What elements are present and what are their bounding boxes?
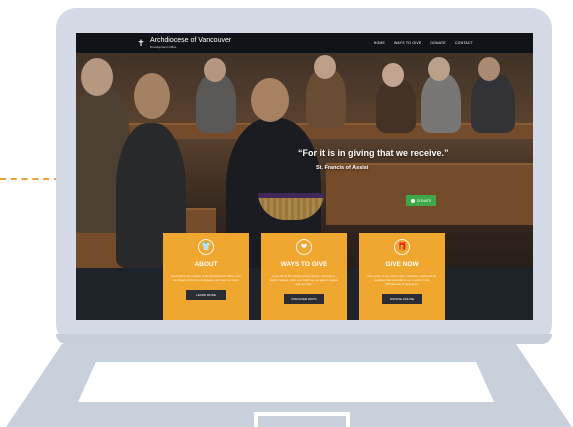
laptop-keyboard-area bbox=[78, 362, 494, 402]
shirt-icon: 👕 bbox=[198, 239, 214, 255]
cross-icon[interactable]: ✝ bbox=[136, 38, 146, 48]
laptop-hinge bbox=[56, 334, 552, 344]
logo-title: Archdiocese of Vancouver bbox=[150, 37, 232, 44]
card-body: Give online to one of the many ministrie… bbox=[367, 274, 437, 286]
donate-button[interactable]: DONATE bbox=[406, 195, 436, 206]
donate-icon bbox=[410, 198, 415, 203]
card-give-now: 🎁 GIVE NOW Give online to one of the man… bbox=[359, 233, 445, 320]
learn-more-button[interactable]: LEARN MORE bbox=[186, 290, 226, 300]
card-title: GIVE NOW bbox=[385, 261, 419, 268]
nav-item-home[interactable]: HOME bbox=[374, 41, 385, 45]
site-header: ✝ Archdiocese of Vancouver Development O… bbox=[76, 33, 533, 53]
hand-heart-icon: ❤ bbox=[296, 239, 312, 255]
nav-item-donate[interactable]: DONATE bbox=[430, 41, 446, 45]
card-ways-to-give: ❤ WAYS TO GIVE Learn about the various g… bbox=[261, 233, 347, 320]
gift-icon: 🎁 bbox=[394, 239, 410, 255]
discover-ways-button[interactable]: DISCOVER WAYS bbox=[284, 294, 324, 304]
card-about: 👕 ABOUT Learn about the mission of the D… bbox=[163, 233, 249, 320]
donate-button-label: DONATE bbox=[416, 198, 432, 203]
card-body: Learn about the mission of the Developme… bbox=[171, 274, 241, 282]
card-body: Learn about the various giving options, … bbox=[269, 274, 339, 286]
card-title: ABOUT bbox=[194, 261, 218, 268]
nav-item-ways-to-give[interactable]: WAYS TO GIVE bbox=[394, 41, 421, 45]
laptop-screen: “For it is in giving that we receive.” S… bbox=[76, 33, 533, 320]
logo-subtitle: Development Office bbox=[150, 45, 177, 49]
nav-item-contact[interactable]: CONTACT bbox=[455, 41, 473, 45]
card-title: WAYS TO GIVE bbox=[280, 261, 328, 268]
feature-cards: 👕 ABOUT Learn about the mission of the D… bbox=[76, 233, 533, 320]
dashed-connector-line bbox=[0, 178, 60, 180]
hero-quote: “For it is in giving that we receive.” bbox=[298, 148, 449, 158]
main-nav: HOME WAYS TO GIVE DONATE CONTACT bbox=[374, 33, 473, 53]
donate-online-button[interactable]: DONATE ONLINE bbox=[382, 294, 422, 304]
site-logo[interactable]: Archdiocese of Vancouver Development Off… bbox=[150, 37, 231, 49]
laptop-trackpad bbox=[254, 412, 350, 427]
hero-quote-author: St. Francis of Assisi bbox=[316, 165, 369, 171]
